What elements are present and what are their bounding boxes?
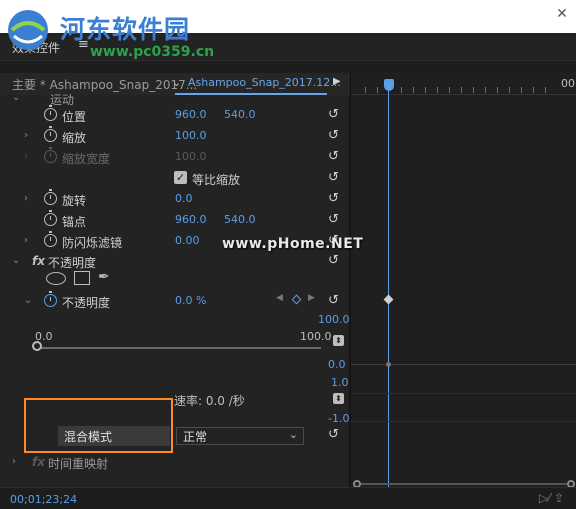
position-y-value[interactable]: 540.0 [224, 108, 256, 121]
keyframe-marker[interactable] [383, 294, 394, 305]
anchor-x-value[interactable]: 960.0 [175, 213, 207, 226]
speed-max-value: 1.0 [331, 376, 349, 389]
stopwatch-icon[interactable] [44, 210, 57, 226]
scale-row: › 缩放 100.0 ↺ [0, 126, 348, 147]
fx-badge[interactable]: fx [32, 254, 45, 268]
chevron-right-icon[interactable]: › [24, 193, 28, 204]
stopwatch-icon [44, 147, 57, 163]
speed-graph-top [351, 393, 576, 394]
playhead-handle[interactable] [384, 79, 394, 91]
rotation-row: › 旋转 0.0 ↺ [0, 189, 348, 210]
chevron-down-icon[interactable]: ⌄ [12, 255, 20, 266]
uniform-scale-checkbox[interactable]: ✓ [174, 171, 187, 184]
watermark-secondary: www.pHome.NET [222, 236, 364, 252]
scale-label: 缩放 [62, 131, 87, 145]
next-keyframe-icon[interactable]: ▶ [308, 293, 315, 303]
anchor-y-value[interactable]: 540.0 [224, 213, 256, 226]
reset-icon[interactable]: ↺ [328, 107, 339, 122]
graph-toggle-icon[interactable]: ⬍ [333, 335, 344, 346]
speed-label: 速率: 0.0 /秒 [174, 394, 245, 408]
anchor-row: 锚点 960.0 540.0 ↺ [0, 210, 348, 231]
ellipse-mask-icon[interactable] [46, 272, 66, 285]
stopwatch-active-icon[interactable] [44, 291, 57, 307]
uniform-scale-label: 等比缩放 [192, 173, 241, 187]
chevron-down-icon: ⌄ [288, 428, 298, 441]
slider-max-label: 100.0 [300, 330, 332, 343]
reset-icon[interactable]: ↺ [328, 253, 339, 268]
scale-width-value: 100.0 [175, 150, 207, 163]
reset-icon[interactable]: ↺ [328, 149, 339, 164]
scale-width-label: 缩放宽度 [62, 152, 111, 166]
panel-tab[interactable]: 效果控件 ≡ [0, 33, 576, 61]
reset-icon[interactable]: ↺ [328, 212, 339, 227]
reset-icon[interactable]: ↺ [328, 128, 339, 143]
graph-bottom-value: 0.0 [328, 358, 346, 371]
chevron-right-icon: › [24, 151, 28, 162]
anti-flicker-value[interactable]: 0.00 [175, 234, 200, 247]
export-icon[interactable]: ▷⁄ ⇪ [539, 491, 564, 505]
graph-toggle-icon[interactable]: ⬍ [333, 393, 344, 404]
position-row: 位置 960.0 540.0 ↺ [0, 105, 348, 126]
anti-flicker-label: 防闪烁滤镜 [62, 236, 123, 250]
panel-title: 效果控件 [12, 41, 61, 55]
stopwatch-icon[interactable] [44, 105, 57, 121]
position-label: 位置 [62, 110, 87, 124]
speed-graph-bottom [351, 421, 576, 422]
graph-point[interactable] [386, 362, 391, 367]
chevron-right-icon[interactable]: › [12, 456, 16, 467]
close-icon[interactable]: ✕ [554, 6, 570, 22]
chevron-down-icon[interactable]: ⌄ [12, 92, 20, 103]
opacity-section-label: 不透明度 [48, 256, 97, 270]
scale-value[interactable]: 100.0 [175, 129, 207, 142]
rotation-label: 旋转 [62, 194, 87, 208]
blend-mode-value: 正常 [183, 430, 208, 444]
stopwatch-icon[interactable] [44, 231, 57, 247]
rectangle-mask-icon[interactable] [74, 271, 90, 285]
scale-width-row: › 缩放宽度 100.0 ↺ [0, 147, 348, 168]
highlight-annotation-box [24, 398, 173, 453]
keyframe-navigator: ◀ ▶ [276, 293, 320, 307]
reset-icon[interactable]: ↺ [328, 293, 339, 308]
status-bar: 00;01;23;24 ▷⁄ ⇪ [0, 487, 576, 509]
pen-mask-icon[interactable]: ✒ [98, 269, 110, 285]
current-timecode[interactable]: 00;01;23;24 [10, 493, 77, 506]
reset-icon[interactable]: ↺ [328, 191, 339, 206]
graph-top-value: 100.0 [318, 313, 350, 326]
previous-keyframe-icon[interactable]: ◀ [276, 293, 283, 303]
value-graph-line [351, 364, 576, 365]
rotation-value[interactable]: 0.0 [175, 192, 193, 205]
keyframe-timeline[interactable]: 00 [350, 73, 576, 488]
uniform-scale-row: ✓ 等比缩放 ↺ [0, 168, 348, 189]
play-icon[interactable]: ▶ [333, 76, 341, 87]
anchor-label: 锚点 [62, 215, 87, 229]
opacity-slider-handle[interactable] [32, 341, 42, 351]
reset-icon[interactable]: ↺ [328, 170, 339, 185]
panel-menu-icon[interactable]: ≡ [78, 37, 89, 52]
scrollbar-track[interactable] [357, 483, 567, 485]
position-x-value[interactable]: 960.0 [175, 108, 207, 121]
stopwatch-icon[interactable] [44, 189, 57, 205]
reset-icon[interactable]: ↺ [328, 427, 339, 442]
speed-min-value: -1.0 [328, 412, 350, 425]
stopwatch-icon[interactable] [44, 126, 57, 142]
opacity-section-row[interactable]: ⌄ fx 不透明度 ↺ [0, 251, 348, 272]
fx-badge[interactable]: fx [32, 455, 45, 469]
blend-mode-dropdown[interactable]: 正常 ⌄ [176, 427, 304, 445]
ruler-time-label: 00 [561, 77, 575, 90]
add-keyframe-icon[interactable] [291, 294, 302, 305]
time-remap-label: 时间重映射 [48, 457, 109, 471]
opacity-slider-track[interactable] [38, 347, 321, 349]
opacity-label: 不透明度 [62, 296, 111, 310]
chevron-right-icon[interactable]: › [24, 130, 28, 141]
opacity-value[interactable]: 0.0 % [175, 294, 206, 307]
chevron-down-icon[interactable]: ⌄ [24, 295, 32, 306]
chevron-right-icon[interactable]: › [24, 235, 28, 246]
window-titlebar: ✕ [0, 0, 576, 33]
time-remap-section-row[interactable]: › fx 时间重映射 [0, 452, 348, 473]
playhead-line [388, 91, 389, 487]
